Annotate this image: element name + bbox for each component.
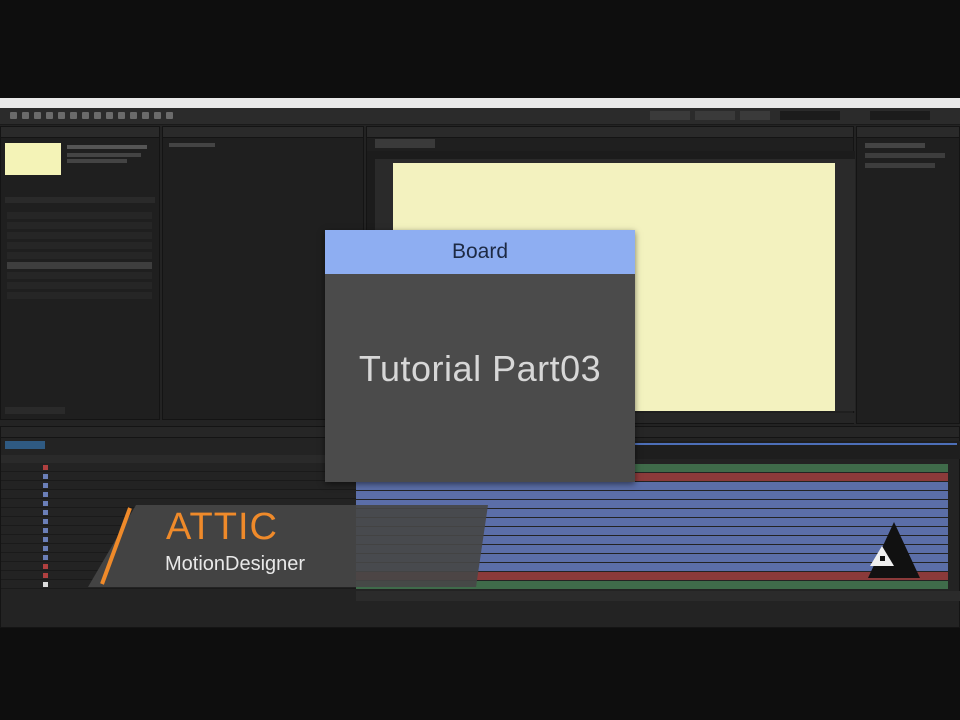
info-line: [865, 163, 935, 168]
tool-text-icon[interactable]: [106, 112, 113, 119]
tool-pen-icon[interactable]: [94, 112, 101, 119]
project-info-line: [67, 153, 141, 157]
workspace-tab[interactable]: [740, 111, 770, 120]
layer-row[interactable]: [1, 490, 356, 499]
project-item[interactable]: [7, 252, 152, 259]
search-field[interactable]: [870, 111, 930, 120]
tutorial-title: Tutorial Part03: [358, 348, 602, 389]
tool-selection-icon[interactable]: [10, 112, 17, 119]
tool-clone-icon[interactable]: [130, 112, 137, 119]
info-line: [865, 153, 945, 158]
project-item-selected[interactable]: [7, 262, 152, 269]
brand-name: ATTIC: [166, 506, 278, 548]
tool-puppet-icon[interactable]: [166, 112, 173, 119]
project-item[interactable]: [7, 232, 152, 239]
layer-row[interactable]: [1, 481, 356, 490]
composition-panel-header[interactable]: [367, 127, 853, 138]
tool-roto-icon[interactable]: [154, 112, 161, 119]
slash-icon: [100, 507, 132, 585]
composition-tab[interactable]: [375, 139, 435, 148]
info-panel-header[interactable]: [857, 127, 959, 138]
project-info-line: [67, 159, 127, 163]
project-search-input[interactable]: [5, 197, 155, 203]
workspace-tab[interactable]: [695, 111, 735, 120]
board-card: Board Tutorial Part03: [325, 230, 635, 482]
tool-zoom-icon[interactable]: [34, 112, 41, 119]
tool-rotate-icon[interactable]: [46, 112, 53, 119]
info-panel: [856, 126, 960, 424]
project-item[interactable]: [7, 222, 152, 229]
tool-pan-icon[interactable]: [70, 112, 77, 119]
layer-row[interactable]: [1, 472, 356, 481]
project-panel-header[interactable]: [1, 127, 159, 138]
project-footer-controls[interactable]: [5, 407, 65, 414]
layer-columns-header: [1, 455, 356, 463]
search-help-input[interactable]: [780, 111, 840, 120]
layer-duration-bar[interactable]: [356, 482, 948, 490]
tools-toolbar: [0, 108, 960, 125]
project-item[interactable]: [7, 292, 152, 299]
project-info-line: [67, 145, 147, 149]
project-item[interactable]: [7, 212, 152, 219]
info-line: [865, 143, 925, 148]
effect-controls-header[interactable]: [163, 127, 363, 138]
letterbox-bottom: [0, 628, 960, 720]
timecode-display[interactable]: [5, 441, 45, 449]
letterbox-top: [0, 0, 960, 98]
tool-eraser-icon[interactable]: [142, 112, 149, 119]
tool-brush-icon[interactable]: [118, 112, 125, 119]
project-item[interactable]: [7, 242, 152, 249]
horizontal-ruler: [367, 151, 855, 159]
menu-bar[interactable]: [0, 98, 960, 108]
board-title: Board: [325, 230, 635, 274]
timeline-zoom-bar[interactable]: [356, 591, 960, 601]
effect-controls-label: [169, 143, 215, 147]
project-panel: [0, 126, 160, 420]
workspace-tab[interactable]: [650, 111, 690, 120]
triangle-logo-icon: [868, 522, 920, 578]
tool-hand-icon[interactable]: [22, 112, 29, 119]
project-item[interactable]: [7, 272, 152, 279]
tool-camera-icon[interactable]: [58, 112, 65, 119]
layer-row[interactable]: [1, 463, 356, 472]
layer-duration-bar[interactable]: [356, 491, 948, 499]
tool-mask-icon[interactable]: [82, 112, 89, 119]
brand-subtitle: MotionDesigner: [165, 553, 306, 575]
project-item[interactable]: [7, 282, 152, 289]
project-thumbnail: [5, 143, 61, 175]
